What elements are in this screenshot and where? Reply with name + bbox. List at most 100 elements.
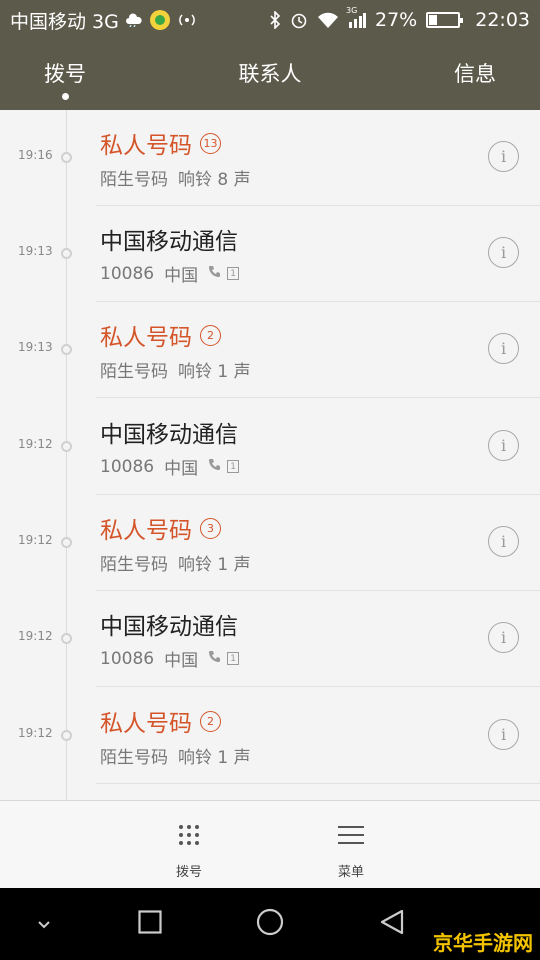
call-details: 陌生号码 响铃 8 声 bbox=[100, 165, 251, 190]
caller-number-type: 陌生号码 bbox=[100, 555, 168, 575]
info-icon[interactable]: i bbox=[488, 237, 519, 268]
sim-slot-icon: 1 bbox=[227, 267, 240, 280]
call-log-row[interactable]: 19:12 私人号码 3 陌生号码 响铃 1 声 i bbox=[0, 495, 540, 591]
nav-back-button[interactable] bbox=[372, 888, 412, 960]
caller-name-text: 私人号码 bbox=[100, 133, 192, 159]
caller-number: 10086 bbox=[100, 263, 155, 284]
tab-bar: 拨号 联系人 信息 bbox=[0, 40, 540, 110]
sim-slot-icon: 1 bbox=[227, 460, 240, 473]
call-details: 陌生号码 响铃 1 声 bbox=[100, 357, 251, 382]
chevron-down-icon bbox=[37, 915, 51, 934]
tab-contacts-label: 联系人 bbox=[238, 62, 302, 86]
triangle-back-icon bbox=[379, 909, 405, 939]
timeline-node bbox=[61, 633, 72, 644]
call-log-list[interactable]: 19:16 私人号码 13 陌生号码 响铃 8 声 i 19:13 中国移动通信… bbox=[0, 110, 540, 800]
timeline-node bbox=[61, 441, 72, 452]
row-divider bbox=[96, 397, 540, 398]
tab-dial[interactable]: 拨号 bbox=[0, 40, 195, 110]
info-icon[interactable]: i bbox=[488, 333, 519, 364]
tab-messages[interactable]: 信息 bbox=[345, 40, 540, 110]
info-icon[interactable]: i bbox=[488, 430, 519, 461]
info-icon[interactable]: i bbox=[488, 719, 519, 750]
caller-name-text: 私人号码 bbox=[100, 518, 192, 544]
call-log-row[interactable]: 19:12 私人号码 2 陌生号码 响铃 1 声 i bbox=[0, 688, 540, 784]
caller-number: 10086 bbox=[100, 456, 155, 477]
caller-name: 私人号码 2 bbox=[100, 318, 221, 352]
call-log-row[interactable]: 19:12 中国移动通信 10086 中国 1 i bbox=[0, 399, 540, 495]
call-log-row[interactable]: 19:13 中国移动通信 10086 中国 1 i bbox=[0, 206, 540, 302]
ring-count: 响铃 1 声 bbox=[178, 555, 251, 575]
call-log-row[interactable]: 19:12 中国移动通信 10086 中国 1 i bbox=[0, 591, 540, 687]
call-details: 10086 中国 1 bbox=[100, 261, 240, 286]
bottom-action-bar: 拨号 菜单 bbox=[0, 800, 540, 888]
wifi-icon bbox=[317, 12, 339, 28]
caller-location: 中国 bbox=[164, 459, 199, 479]
sim-slot-icon: 1 bbox=[227, 652, 240, 665]
caller-number: 10086 bbox=[100, 648, 155, 669]
battery-icon bbox=[426, 12, 464, 28]
tab-messages-label: 信息 bbox=[454, 62, 497, 86]
caller-name-text: 中国移动通信 bbox=[100, 614, 238, 640]
row-divider bbox=[96, 686, 540, 687]
caller-name: 中国移动通信 bbox=[100, 415, 238, 449]
menu-icon bbox=[338, 823, 364, 847]
alarm-icon bbox=[290, 11, 308, 29]
timeline-node bbox=[61, 730, 72, 741]
caller-name-text: 私人号码 bbox=[100, 711, 192, 737]
call-time: 19:12 bbox=[18, 726, 53, 740]
row-divider bbox=[96, 783, 540, 784]
caller-name-text: 中国移动通信 bbox=[100, 422, 238, 448]
outgoing-call-icon bbox=[208, 458, 221, 475]
tab-dial-label: 拨号 bbox=[44, 62, 86, 86]
menu-button[interactable]: 菜单 bbox=[291, 801, 411, 889]
signal-icon: 3G bbox=[346, 6, 366, 28]
clock: 22:03 bbox=[475, 9, 530, 31]
ring-count: 响铃 1 声 bbox=[178, 362, 251, 382]
nav-home-button[interactable] bbox=[250, 888, 290, 960]
caller-location: 中国 bbox=[164, 266, 199, 286]
nav-hide-button[interactable] bbox=[24, 888, 64, 960]
call-time: 19:12 bbox=[18, 533, 53, 547]
ring-count: 响铃 1 声 bbox=[178, 748, 251, 768]
call-time: 19:13 bbox=[18, 244, 53, 258]
call-count-badge: 2 bbox=[200, 324, 221, 346]
call-log-row[interactable]: 19:16 私人号码 13 陌生号码 响铃 8 声 i bbox=[0, 110, 540, 206]
hotspot-icon bbox=[177, 12, 197, 28]
call-details: 陌生号码 响铃 1 声 bbox=[100, 550, 251, 575]
timeline-node bbox=[61, 248, 72, 259]
info-icon[interactable]: i bbox=[488, 141, 519, 172]
menu-label: 菜单 bbox=[337, 865, 364, 880]
timeline-node bbox=[61, 344, 72, 355]
call-details: 陌生号码 响铃 1 声 bbox=[100, 743, 251, 768]
ring-count: 响铃 8 声 bbox=[178, 170, 251, 190]
nav-recents-button[interactable] bbox=[130, 888, 170, 960]
timeline-node bbox=[61, 152, 72, 163]
dialpad-button[interactable]: 拨号 bbox=[129, 801, 249, 889]
outgoing-call-icon bbox=[208, 650, 221, 667]
caller-number-type: 陌生号码 bbox=[100, 170, 168, 190]
battery-percent: 27% bbox=[375, 9, 418, 31]
bluetooth-icon bbox=[269, 11, 281, 29]
network-type-label: 3G bbox=[346, 6, 358, 15]
outgoing-call-icon bbox=[208, 265, 221, 282]
call-details: 10086 中国 1 bbox=[100, 454, 240, 479]
caller-name-text: 私人号码 bbox=[100, 325, 192, 351]
caller-name: 中国移动通信 bbox=[100, 222, 238, 256]
call-log-row[interactable]: 19:13 私人号码 2 陌生号码 响铃 1 声 i bbox=[0, 302, 540, 398]
carrier-label: 中国移动 3G bbox=[10, 10, 119, 33]
caller-number-type: 陌生号码 bbox=[100, 362, 168, 382]
call-count-badge: 2 bbox=[200, 710, 221, 732]
caller-name: 私人号码 2 bbox=[100, 704, 221, 738]
call-count-badge: 13 bbox=[200, 132, 221, 154]
dialpad-label: 拨号 bbox=[175, 865, 202, 880]
info-icon[interactable]: i bbox=[488, 526, 519, 557]
caller-location: 中国 bbox=[164, 651, 199, 671]
tab-contacts[interactable]: 联系人 bbox=[195, 40, 346, 110]
call-time: 19:13 bbox=[18, 340, 53, 354]
call-details: 10086 中国 1 bbox=[100, 646, 240, 671]
status-bar: 中国移动 3G 3G 27% 22:03 bbox=[0, 0, 540, 40]
caller-name: 私人号码 3 bbox=[100, 511, 221, 545]
caller-number-type: 陌生号码 bbox=[100, 748, 168, 768]
timeline-node bbox=[61, 537, 72, 548]
info-icon[interactable]: i bbox=[488, 622, 519, 653]
